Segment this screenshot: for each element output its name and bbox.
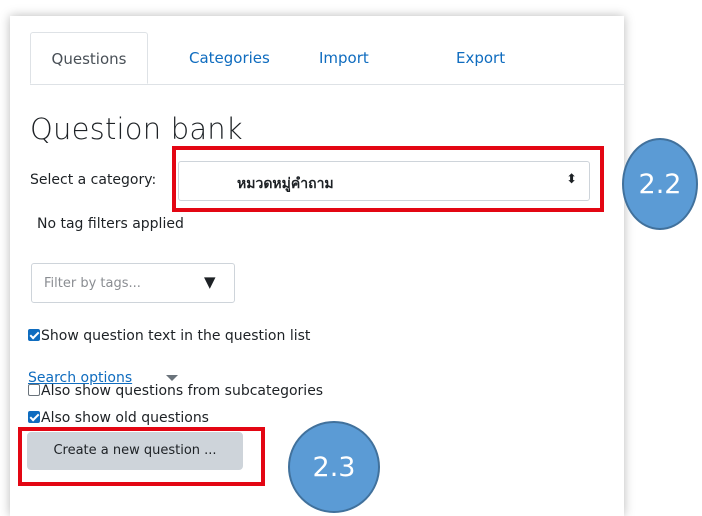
show-old-questions-checkbox[interactable] xyxy=(28,411,40,423)
category-label: Select a category: xyxy=(30,172,157,188)
page-title: Question bank xyxy=(30,112,243,146)
tab-export[interactable]: Export xyxy=(456,32,505,84)
tab-import[interactable]: Import xyxy=(319,32,369,84)
show-subcategories-option[interactable]: Also show questions from subcategories xyxy=(28,381,323,401)
show-old-questions-option[interactable]: Also show old questions xyxy=(28,408,209,428)
triangle-down-icon[interactable]: ▼ xyxy=(204,273,216,291)
step-callout-2-2: 2.2 xyxy=(622,138,698,230)
show-subcategories-label: Also show questions from subcategories xyxy=(41,383,324,399)
tag-filter-input[interactable]: Filter by tags... ▼ xyxy=(31,263,235,303)
show-question-text-checkbox[interactable] xyxy=(28,329,40,341)
tab-categories[interactable]: Categories xyxy=(189,32,270,84)
highlight-box-create-button xyxy=(18,427,265,486)
show-question-text-option[interactable]: Show question text in the question list xyxy=(28,326,310,346)
tab-bar: Questions Categories Import Export xyxy=(30,32,624,85)
show-subcategories-checkbox[interactable] xyxy=(28,384,40,396)
show-old-questions-label: Also show old questions xyxy=(41,410,209,426)
step-callout-2-3: 2.3 xyxy=(288,421,380,513)
highlight-box-category xyxy=(172,146,604,212)
tag-filter-placeholder: Filter by tags... xyxy=(44,276,141,291)
show-question-text-label: Show question text in the question list xyxy=(41,328,311,344)
tab-questions[interactable]: Questions xyxy=(30,32,148,84)
tag-filter-status: No tag filters applied xyxy=(37,216,184,232)
